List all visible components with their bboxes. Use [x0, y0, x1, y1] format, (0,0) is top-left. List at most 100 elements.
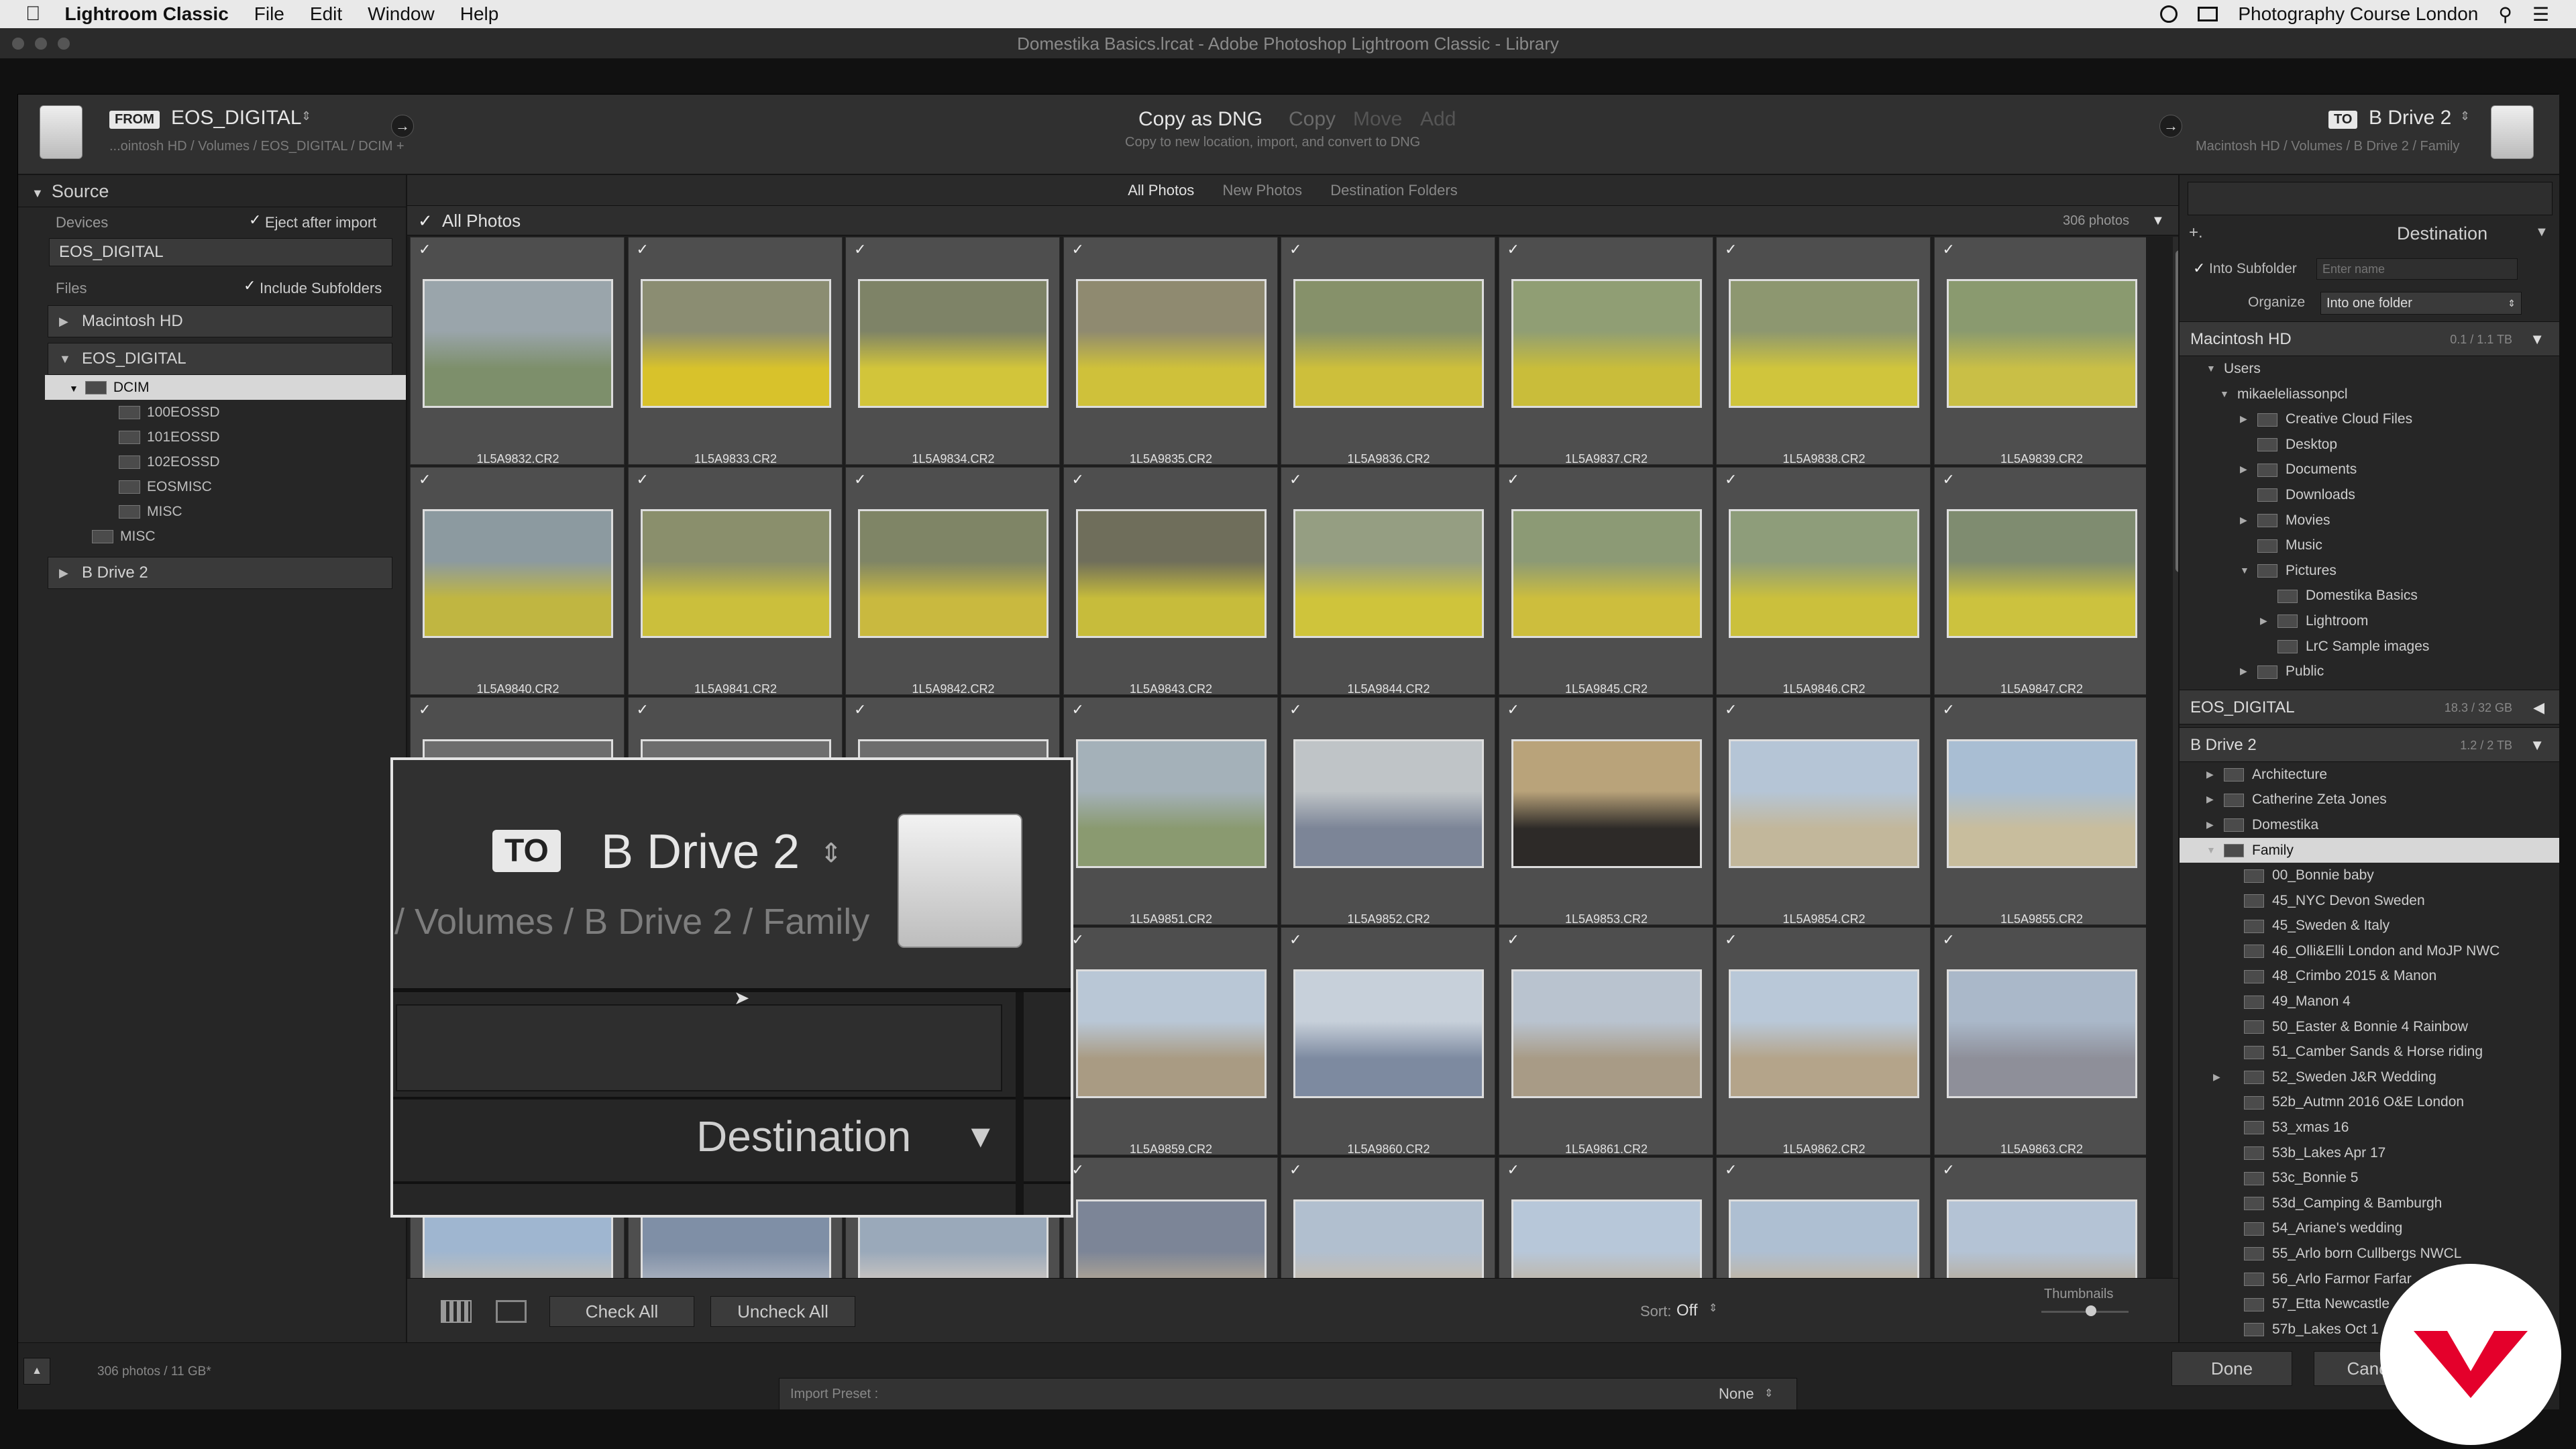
folder-101eossd[interactable]: 101EOSSD: [45, 425, 406, 449]
source-arrow-icon[interactable]: →: [391, 115, 414, 138]
dest-tree-item[interactable]: 53d_Camping & Bamburgh: [2180, 1191, 2559, 1216]
dest-tree-item[interactable]: ▶ Movies: [2180, 508, 2559, 533]
dest-tree-item[interactable]: ▼ Users: [2180, 356, 2559, 382]
tree-triangle-icon[interactable]: ▶: [2240, 508, 2247, 533]
tree-triangle-icon[interactable]: ▶: [2260, 608, 2267, 634]
dest-volume-b-drive-2[interactable]: B Drive 2 1.2 / 2 TB ▼: [2180, 727, 2559, 762]
photo-checkbox[interactable]: ✓: [1072, 472, 1085, 487]
photo-cell[interactable]: ✓ 1L5A9862.CR2: [1716, 927, 1931, 1156]
tree-triangle-icon[interactable]: ▶: [2240, 407, 2247, 432]
photo-thumbnail[interactable]: [1511, 1199, 1702, 1278]
volume-macintosh-hd[interactable]: ▶ Macintosh HD: [48, 305, 392, 337]
zoom-window-button[interactable]: [58, 38, 70, 50]
grid-menu-triangle-icon[interactable]: ▼: [2151, 206, 2165, 235]
tree-triangle-icon[interactable]: ▶: [2240, 659, 2247, 684]
photo-cell[interactable]: ✓ 1L5A9854.CR2: [1716, 697, 1931, 926]
photo-thumbnail[interactable]: [423, 279, 613, 408]
dest-tree-item[interactable]: 53b_Lakes Apr 17: [2180, 1140, 2559, 1166]
menu-window[interactable]: Window: [368, 3, 435, 25]
dest-tree-item[interactable]: 51_Camber Sands & Horse riding: [2180, 1039, 2559, 1065]
photo-thumbnail[interactable]: [1075, 509, 1267, 638]
photo-cell[interactable]: ✓: [1716, 1157, 1931, 1278]
photo-thumbnail[interactable]: [1729, 509, 1919, 638]
dest-tree-item[interactable]: ▶ Architecture: [2180, 762, 2559, 788]
photo-cell[interactable]: ✓: [1498, 1157, 1713, 1278]
photo-checkbox[interactable]: ✓: [1289, 702, 1303, 717]
photo-cell[interactable]: ✓ 1L5A9859.CR2: [1063, 927, 1278, 1156]
tab-new-photos[interactable]: New Photos: [1222, 182, 1302, 199]
source-chevron-icon[interactable]: ⇕: [301, 109, 311, 123]
photo-checkbox[interactable]: ✓: [637, 702, 650, 717]
done-button[interactable]: Done: [2171, 1351, 2292, 1386]
source-drive-icon[interactable]: [40, 105, 83, 159]
into-subfolder-checkbox[interactable]: ✓: [2193, 260, 2205, 277]
photo-cell[interactable]: ✓ 1L5A9832.CR2: [410, 237, 625, 466]
photo-thumbnail[interactable]: [1293, 279, 1484, 408]
photo-thumbnail[interactable]: [1075, 279, 1267, 408]
dest-tree-item[interactable]: Downloads: [2180, 482, 2559, 508]
dest-tree-item[interactable]: LrC Sample images: [2180, 634, 2559, 659]
minimize-window-button[interactable]: [35, 38, 47, 50]
dest-folder-family-selected[interactable]: ▼ Family: [2180, 837, 2559, 863]
dest-tree-item[interactable]: Desktop: [2180, 432, 2559, 458]
source-panel-header[interactable]: ▼ Source: [18, 175, 406, 207]
photo-checkbox[interactable]: ✓: [1289, 472, 1303, 487]
destination-arrow-icon[interactable]: →: [2159, 115, 2182, 138]
folder-eosmisc[interactable]: EOSMISC: [45, 474, 406, 499]
photo-cell[interactable]: ✓ 1L5A9845.CR2: [1498, 467, 1713, 696]
mode-move[interactable]: Move: [1353, 108, 1402, 131]
photo-cell[interactable]: ✓ 1L5A9855.CR2: [1933, 697, 2146, 926]
photo-thumbnail[interactable]: [1511, 969, 1702, 1098]
photo-thumbnail[interactable]: [1075, 1199, 1267, 1278]
photo-checkbox[interactable]: ✓: [854, 242, 867, 257]
photo-checkbox[interactable]: ✓: [1943, 242, 1956, 257]
photo-thumbnail[interactable]: [640, 509, 831, 638]
uncheck-all-button[interactable]: Uncheck All: [710, 1296, 855, 1327]
photo-checkbox[interactable]: ✓: [1725, 472, 1738, 487]
photo-thumbnail[interactable]: [1075, 969, 1267, 1098]
add-preset-icon[interactable]: +.: [2189, 223, 2203, 242]
photo-thumbnail[interactable]: [1729, 969, 1919, 1098]
menubar-account-name[interactable]: Photography Course London: [2238, 3, 2478, 25]
photo-thumbnail[interactable]: [1946, 509, 2137, 638]
tab-destination-folders[interactable]: Destination Folders: [1330, 182, 1458, 199]
dest-tree-item[interactable]: ▶ Lightroom: [2180, 608, 2559, 634]
photo-checkbox[interactable]: ✓: [637, 242, 650, 257]
photo-cell[interactable]: ✓ 1L5A9852.CR2: [1281, 697, 1495, 926]
folder-dcim[interactable]: ▼ DCIM: [45, 375, 406, 400]
dest-tree-item[interactable]: ▶ Documents: [2180, 457, 2559, 482]
photo-checkbox[interactable]: ✓: [1072, 1163, 1085, 1177]
photo-checkbox[interactable]: ✓: [1507, 932, 1521, 947]
photo-cell[interactable]: ✓: [1063, 1157, 1278, 1278]
photo-thumbnail[interactable]: [1946, 1199, 2137, 1278]
list-icon[interactable]: ☰: [2532, 3, 2549, 25]
photo-cell[interactable]: ✓ 1L5A9838.CR2: [1716, 237, 1931, 466]
destination-chevron-icon[interactable]: ⇕: [2460, 109, 2470, 123]
photo-checkbox[interactable]: ✓: [1507, 702, 1521, 717]
photo-checkbox[interactable]: ✓: [1725, 932, 1738, 947]
device-field[interactable]: EOS_DIGITAL: [49, 238, 392, 266]
dest-tree-item[interactable]: 54_Ariane's wedding: [2180, 1216, 2559, 1241]
photo-checkbox[interactable]: ✓: [1943, 932, 1956, 947]
tree-triangle-icon[interactable]: ▶: [2213, 1065, 2220, 1090]
photo-checkbox[interactable]: ✓: [1072, 932, 1085, 947]
photo-checkbox[interactable]: ✓: [1507, 472, 1521, 487]
photo-thumbnail[interactable]: [1511, 279, 1702, 408]
photo-thumbnail[interactable]: [1293, 969, 1484, 1098]
include-subfolders-checkbox[interactable]: ✓: [244, 277, 256, 294]
photo-cell[interactable]: ✓ 1L5A9847.CR2: [1933, 467, 2146, 696]
photo-thumbnail[interactable]: [1946, 969, 2137, 1098]
menu-help[interactable]: Help: [460, 3, 499, 25]
dest-tree-item[interactable]: 48_Crimbo 2015 & Manon: [2180, 963, 2559, 989]
dest-tree-item[interactable]: 52b_Autmn 2016 O&E London: [2180, 1089, 2559, 1115]
folder-100eossd[interactable]: 100EOSSD: [45, 400, 406, 425]
mode-copy[interactable]: Copy: [1289, 108, 1336, 131]
select-all-checkbox[interactable]: ✓: [418, 206, 433, 235]
destination-name[interactable]: B Drive 2: [2369, 107, 2451, 129]
expand-up-icon[interactable]: ▲: [23, 1358, 50, 1385]
dest-tree-item[interactable]: 00_Bonnie baby: [2180, 863, 2559, 888]
dest-tree-item[interactable]: 50_Easter & Bonnie 4 Rainbow: [2180, 1014, 2559, 1040]
collapse-triangle-icon[interactable]: ▼: [2535, 225, 2548, 240]
photo-cell[interactable]: ✓ 1L5A9853.CR2: [1498, 697, 1713, 926]
photo-checkbox[interactable]: ✓: [1072, 702, 1085, 717]
